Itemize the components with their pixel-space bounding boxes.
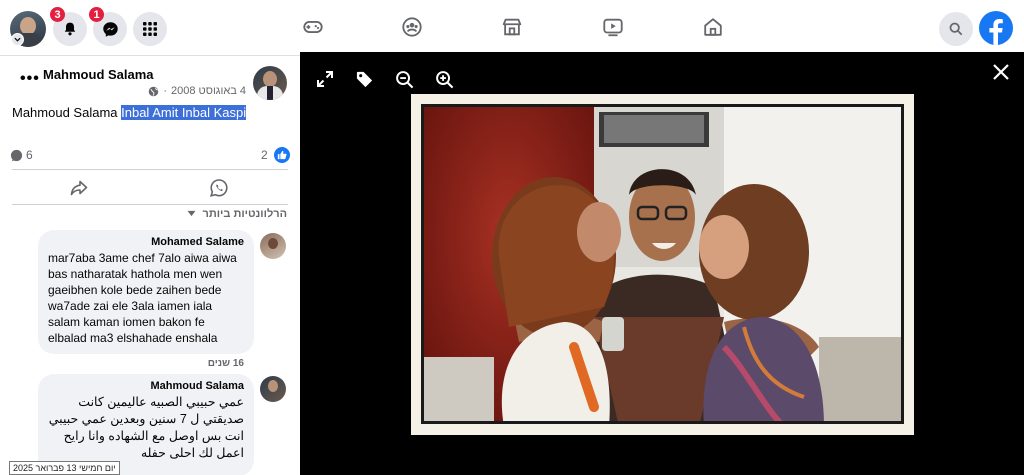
comment-bubble-icon <box>10 149 23 162</box>
expand-icon <box>317 71 333 87</box>
video-icon <box>603 18 623 37</box>
sort-label: הרלוונטיות ביותר <box>202 208 287 220</box>
caption-tagged-people[interactable]: Inbal Amit Inbal Kaspi <box>121 105 247 120</box>
watch-tab[interactable] <box>600 14 626 40</box>
groups-icon <box>402 17 422 37</box>
zoom-in-button[interactable] <box>435 70 455 90</box>
marketplace-tab[interactable] <box>499 14 525 40</box>
comment-bubble: Mahmoud Salama عمي حبيبي الصبيه عاليمين … <box>38 374 254 475</box>
fullscreen-button[interactable] <box>316 70 336 90</box>
share-icon <box>70 180 88 196</box>
zoom-out-button[interactable] <box>395 70 415 90</box>
close-viewer-button[interactable] <box>992 63 1012 83</box>
groups-tab[interactable] <box>399 14 425 40</box>
divider <box>12 204 288 205</box>
tag-button[interactable] <box>355 70 375 90</box>
date-tooltip: יום חמישי 13 פברואר 2025 <box>9 461 120 475</box>
photo-image <box>421 104 904 424</box>
tag-icon <box>356 71 373 88</box>
meta-separator: · <box>163 85 168 97</box>
search-icon <box>949 22 963 36</box>
divider <box>12 169 288 170</box>
commenter-avatar[interactable] <box>260 233 286 259</box>
post-date[interactable]: 4 באוגוסט 2008 <box>171 85 246 97</box>
account-chevron-icon[interactable] <box>11 33 24 46</box>
like-icon <box>274 147 290 163</box>
likes-count[interactable]: 2 <box>261 148 268 162</box>
whatsapp-icon <box>210 179 228 197</box>
gaming-icon <box>303 21 323 33</box>
notifications-badge: 3 <box>50 7 65 22</box>
post-photo[interactable] <box>411 94 914 435</box>
post-caption: Mahmoud Salama Inbal Amit Inbal Kaspi <box>12 105 247 120</box>
whatsapp-share-button[interactable] <box>209 178 231 200</box>
commenter-avatar[interactable] <box>260 376 286 402</box>
share-button[interactable] <box>69 178 91 200</box>
home-tab[interactable] <box>700 14 726 40</box>
facebook-logo[interactable] <box>979 11 1013 45</box>
reactions-row: 6 2 <box>10 147 290 164</box>
messenger-badge: 1 <box>89 7 104 22</box>
bell-icon <box>64 22 76 36</box>
comment-bubble: Mohamed Salame mar7aba 3ame chef 7alo ai… <box>38 230 254 354</box>
comment-text: mar7aba 3ame chef 7alo aiwa aiwa bas nat… <box>48 251 237 345</box>
more-options-icon[interactable]: ••• <box>20 70 40 88</box>
search-button[interactable] <box>939 12 973 46</box>
sort-comments-dropdown[interactable]: הרלוונטיות ביותר <box>187 208 287 220</box>
messenger-icon <box>102 21 118 37</box>
gaming-tab[interactable] <box>300 14 326 40</box>
menu-button[interactable] <box>133 12 167 46</box>
post-meta: 4 באוגוסט 2008 · <box>148 85 246 97</box>
author-avatar[interactable] <box>253 66 287 100</box>
comments-count[interactable]: 6 <box>26 148 33 162</box>
home-icon <box>704 18 722 36</box>
zoom-out-icon <box>396 71 414 89</box>
marketplace-icon <box>502 18 522 36</box>
post-author-name[interactable]: Mahmoud Salama <box>43 67 154 82</box>
photo-viewer <box>300 52 1024 475</box>
zoom-in-icon <box>436 71 454 89</box>
comment-author[interactable]: Mahmoud Salama <box>48 380 244 392</box>
close-icon <box>993 64 1009 80</box>
top-navigation-bar: 3 1 <box>0 0 1024 56</box>
comment-timestamp[interactable]: 16 שנים <box>208 358 244 369</box>
grid-menu-icon <box>143 22 157 36</box>
globe-icon <box>149 86 159 96</box>
caret-down-icon <box>187 210 196 217</box>
comment-text: عمي حبيبي الصبيه عاليمين كانت صديقتي ل 7… <box>48 395 244 460</box>
caption-author[interactable]: Mahmoud Salama <box>12 105 121 120</box>
post-details-panel: Mahmoud Salama ••• 4 באוגוסט 2008 · Mahm… <box>0 56 300 475</box>
comment-author[interactable]: Mohamed Salame <box>48 236 244 248</box>
